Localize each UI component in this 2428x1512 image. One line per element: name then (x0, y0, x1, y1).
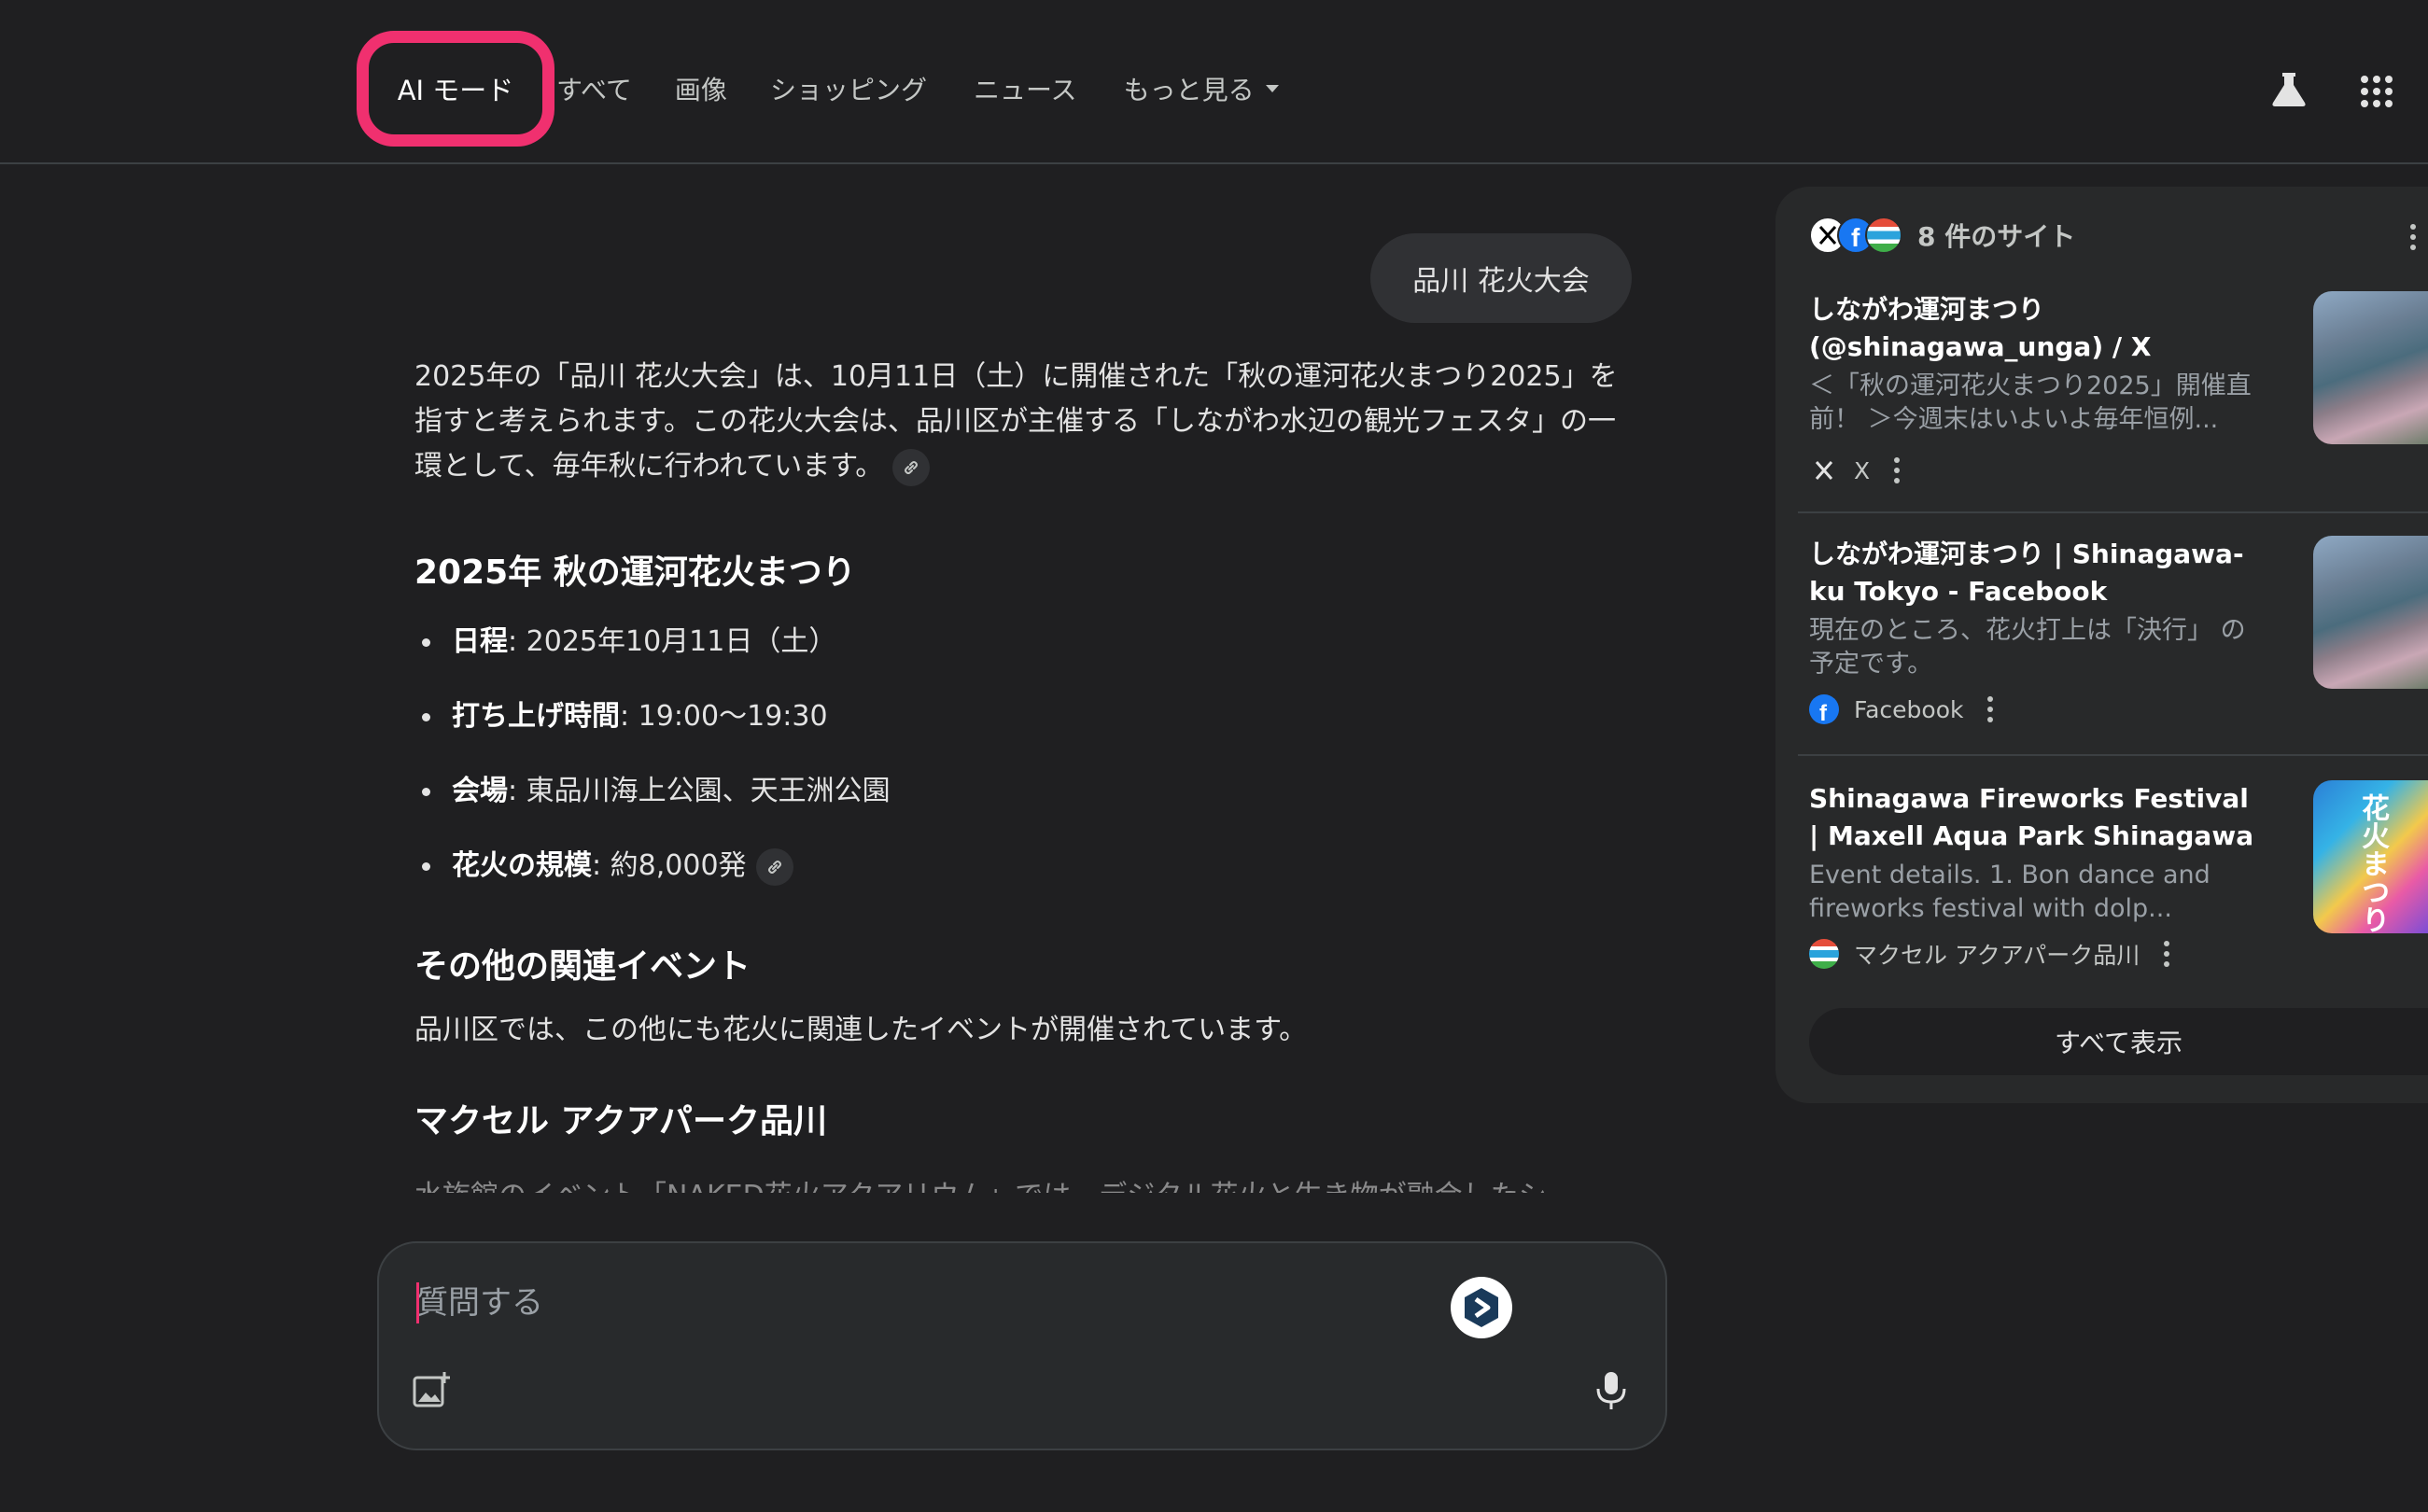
panel-menu-icon[interactable] (2410, 224, 2418, 255)
detail-value: : 約8,000発 (592, 849, 747, 882)
top-navigation-bar: AI モード すべて 画像 ショッピング ニュース もっと見る (0, 0, 2428, 164)
source-menu-icon[interactable] (1894, 456, 1902, 488)
detail-value: : 東品川海上公園、天王洲公園 (508, 775, 891, 807)
svg-text:f: f (1851, 223, 1860, 252)
section-title-maxell-aqua-park: マクセル アクアパーク品川 (414, 1102, 828, 1141)
ai-answer: 2025年の「品川 花火大会」は、10月11日（土）に開催された「秋の運河花火ま… (414, 355, 1637, 1193)
link-icon (767, 860, 781, 874)
thumbnail-title: 花火まつり (2356, 793, 2389, 933)
source-menu-icon[interactable] (2164, 940, 2171, 972)
sources-header: f 8 件のサイト (1809, 215, 2075, 256)
event-details-list: 日程: 2025年10月11日（土） 打ち上げ時間: 19:00～19:30 会… (414, 623, 1637, 922)
source-title[interactable]: Shinagawa Fireworks Festival | Maxell Aq… (1809, 780, 2267, 855)
source-site: X (1809, 454, 1902, 487)
tab-all[interactable]: すべて (556, 70, 632, 107)
tab-ai-mode[interactable]: AI モード (357, 31, 554, 147)
search-tabs: AI モード すべて 画像 ショッピング ニュース もっと見る (357, 28, 1279, 149)
facebook-logo-icon: f (1809, 694, 1839, 724)
answer-intro: 2025年の「品川 花火大会」は、10月11日（土）に開催された「秋の運河花火ま… (414, 355, 1637, 489)
detail-value: : 19:00～19:30 (620, 700, 828, 733)
source-thumbnail (2313, 536, 2428, 689)
tab-news[interactable]: ニュース (974, 70, 1077, 107)
source-card-facebook[interactable]: しながわ運河まつり | Shinagawa-ku Tokyo - Faceboo… (1809, 536, 2428, 724)
microphone-icon[interactable] (1593, 1370, 1630, 1411)
detail-label: 会場 (452, 775, 508, 807)
text-cursor (416, 1282, 419, 1323)
divider (1798, 511, 2428, 513)
detail-label: 花火の規模 (452, 849, 592, 882)
list-item: 花火の規模: 約8,000発 (414, 847, 1637, 922)
divider (1798, 754, 2428, 756)
svg-text:f: f (1819, 701, 1828, 724)
tab-shopping[interactable]: ショッピング (770, 70, 927, 107)
source-title[interactable]: しながわ運河まつり | Shinagawa-ku Tokyo - Faceboo… (1809, 536, 2267, 610)
answer-intro-text: 2025年の「品川 花火大会」は、10月11日（土）に開催された「秋の運河花火ま… (414, 360, 1618, 483)
list-item: 日程: 2025年10月11日（土） (414, 623, 1637, 698)
detail-label: 日程 (452, 625, 508, 658)
search-lens-button[interactable] (1451, 1277, 1512, 1338)
source-thumbnail: 花火まつり (2313, 780, 2428, 933)
source-site-name: Facebook (1854, 695, 1964, 723)
source-link-chip[interactable] (755, 847, 793, 886)
tab-more[interactable]: もっと見る (1124, 70, 1279, 107)
source-thumbnail (2313, 291, 2428, 444)
google-apps-icon[interactable] (2360, 75, 2393, 108)
related-events-text: 品川区では、この他にも花火に関連したイベントが開催されています。 (414, 1014, 1308, 1046)
source-site-name: マクセル アクアパーク品川 (1854, 942, 2140, 969)
source-card-maxell[interactable]: Shinagawa Fireworks Festival | Maxell Aq… (1809, 780, 2428, 969)
sources-count: 8 件のサイト (1917, 221, 2076, 252)
caret-down-icon (1265, 85, 1279, 92)
labs-flask-icon[interactable] (2268, 69, 2309, 110)
ask-input-box (377, 1241, 1667, 1450)
maxell-section-text: 水族館のイベント「NAKED花火アクアリウム」では、デジタル花火と生き物が融合し… (414, 1170, 1637, 1193)
x-logo-icon (1809, 455, 1839, 485)
maxell-aquapark-favicon (1865, 217, 1902, 254)
detail-value: : 2025年10月11日（土） (508, 625, 837, 658)
section-title-related-events: その他の関連イベント (414, 947, 751, 986)
source-site: マクセル アクアパーク品川 (1809, 937, 2171, 971)
detail-label: 打ち上げ時間 (452, 700, 620, 733)
list-item: 会場: 東品川海上公園、天王洲公園 (414, 773, 1637, 847)
source-menu-icon[interactable] (1987, 695, 1995, 727)
tab-more-label: もっと見る (1123, 75, 1255, 105)
show-all-button[interactable]: すべて表示 (1809, 1008, 2428, 1075)
user-query-bubble: 品川 花火大会 (1370, 233, 1632, 323)
maxell-aquapark-logo-icon (1809, 939, 1839, 969)
sources-panel: f 8 件のサイト しながわ運河まつり (@shinagawa_unga) / … (1775, 187, 2428, 1103)
source-site-name: X (1854, 456, 1871, 484)
section-title-fireworks-2025: 2025年 秋の運河花火まつり (414, 553, 856, 592)
image-upload-icon[interactable] (411, 1370, 452, 1411)
link-icon (905, 460, 919, 474)
ask-input[interactable] (416, 1277, 1350, 1329)
source-card-x[interactable]: しながわ運河まつり (@shinagawa_unga) / X ＜「秋の運河花火… (1809, 291, 2428, 484)
source-snippet: Event details. 1. Bon dance and firework… (1809, 861, 2210, 923)
tab-images[interactable]: 画像 (675, 70, 727, 107)
list-item: 打ち上げ時間: 19:00～19:30 (414, 698, 1637, 773)
source-link-chip[interactable] (892, 448, 931, 486)
lens-icon (1465, 1288, 1498, 1327)
source-title[interactable]: しながわ運河まつり (@shinagawa_unga) / X (1809, 291, 2267, 366)
source-snippet: ＜「秋の運河花火まつり2025」開催直前！ ＞今週末はいよいよ毎年恒例... (1809, 371, 2252, 434)
source-site: f Facebook (1809, 693, 1995, 726)
source-snippet: 現在のところ、花火打上は「決行」 の予定です。 (1809, 616, 2246, 679)
